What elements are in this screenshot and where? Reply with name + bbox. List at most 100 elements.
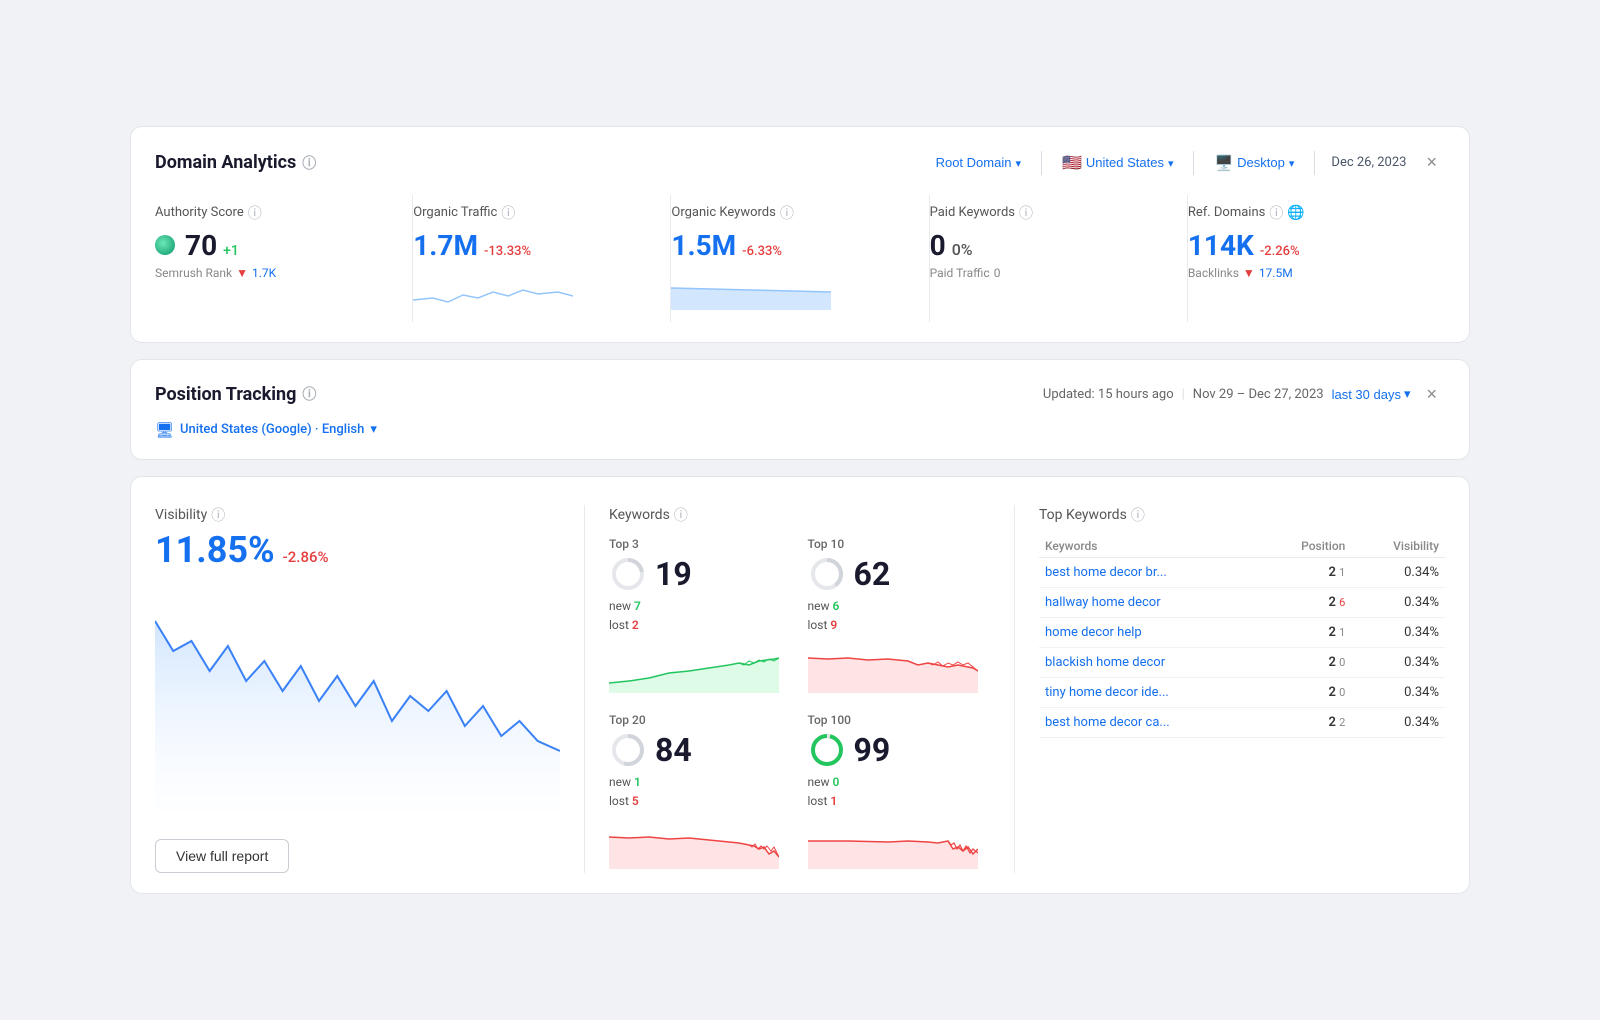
position-change: 6 — [1339, 596, 1345, 609]
top10-value-row: 62 — [808, 555, 991, 593]
organic-traffic-info-icon[interactable]: ⓘ — [501, 203, 515, 223]
visibility-cell: 0.34% — [1351, 557, 1445, 587]
table-row: blackish home decor2 00.34% — [1039, 647, 1445, 677]
updated-label: Updated: 15 hours ago — [1043, 387, 1174, 402]
filter-chevron-icon: ▾ — [1404, 386, 1411, 402]
organic-traffic-cell: Organic Traffic ⓘ 1.7M -13.33% — [413, 195, 671, 322]
keyword-cell[interactable]: best home decor br... — [1039, 557, 1260, 587]
keyword-cell[interactable]: home decor help — [1039, 617, 1260, 647]
visibility-info-icon[interactable]: ⓘ — [211, 505, 225, 525]
organic-keywords-value: 1.5M -6.33% — [671, 229, 908, 262]
ref-domains-info-icon[interactable]: ⓘ — [1269, 203, 1283, 223]
position-tracking-title: Position Tracking ⓘ — [155, 384, 316, 405]
position-tracking-card: Position Tracking ⓘ Updated: 15 hours ag… — [130, 359, 1470, 460]
down-arrow-icon: ▼ — [236, 266, 248, 280]
position-main: 2 — [1328, 685, 1335, 700]
main-container: Domain Analytics ⓘ Root Domain 🇺🇸 United… — [130, 126, 1470, 895]
position-main: 2 — [1328, 655, 1335, 670]
position-change: 0 — [1339, 686, 1345, 699]
visibility-cell: 0.34% — [1351, 707, 1445, 737]
top-keywords-info-icon[interactable]: ⓘ — [1131, 505, 1145, 525]
pt-location-selector[interactable]: 🖥 United States (Google) · English ▾ — [155, 421, 1445, 439]
domain-analytics-close-button[interactable]: × — [1418, 148, 1445, 177]
divider — [1041, 151, 1042, 175]
top3-chart — [609, 643, 792, 697]
visibility-cell: 0.34% — [1351, 677, 1445, 707]
last-30-days-button[interactable]: last 30 days ▾ — [1332, 386, 1411, 402]
keyword-cell[interactable]: best home decor ca... — [1039, 707, 1260, 737]
keywords-info-icon[interactable]: ⓘ — [674, 505, 688, 525]
backlinks-down-icon: ▼ — [1243, 266, 1255, 280]
position-col-header: Position — [1260, 535, 1351, 558]
organic-keywords-info-icon[interactable]: ⓘ — [780, 203, 794, 223]
table-row: best home decor ca...2 20.34% — [1039, 707, 1445, 737]
organic-traffic-chart — [413, 270, 650, 314]
paid-keywords-cell: Paid Keywords ⓘ 0 0% Paid Traffic 0 — [930, 195, 1188, 322]
top-keywords-section: Top Keywords ⓘ Keywords Position Visibil… — [1015, 505, 1445, 874]
top3-value-row: 19 — [609, 555, 792, 593]
top100-donut-icon — [808, 731, 846, 769]
top10-stats: new 6 lost 9 — [808, 597, 991, 635]
visibility-label: Visibility ⓘ — [155, 505, 560, 525]
visibility-cell: 0.34% — [1351, 617, 1445, 647]
top3-donut-icon — [609, 555, 647, 593]
table-row: best home decor br...2 10.34% — [1039, 557, 1445, 587]
divider3 — [1314, 151, 1315, 175]
position-cell: 2 0 — [1260, 647, 1351, 677]
organic-keywords-label: Organic Keywords ⓘ — [671, 203, 908, 223]
domain-analytics-header: Domain Analytics ⓘ Root Domain 🇺🇸 United… — [155, 147, 1445, 179]
view-full-report-button[interactable]: View full report — [155, 839, 289, 873]
position-main: 2 — [1328, 565, 1335, 580]
keyword-cell[interactable]: hallway home decor — [1039, 587, 1260, 617]
top10-title: Top 10 — [808, 537, 991, 551]
position-change: 1 — [1339, 626, 1345, 639]
position-main: 2 — [1328, 595, 1335, 610]
pt-separator: | — [1182, 387, 1185, 402]
authority-score-value: 70 +1 — [155, 229, 392, 262]
top-keywords-tbody: best home decor br...2 10.34%hallway hom… — [1039, 557, 1445, 737]
metrics-row: Authority Score ⓘ 70 +1 Semrush Rank ▼ 1… — [155, 195, 1445, 322]
position-cell: 2 0 — [1260, 677, 1351, 707]
analytics-body: Visibility ⓘ 11.85% -2.86% — [155, 497, 1445, 874]
pt-right: Updated: 15 hours ago | Nov 29 – Dec 27,… — [1043, 380, 1445, 409]
position-cell: 2 2 — [1260, 707, 1351, 737]
paid-keywords-info-icon[interactable]: ⓘ — [1019, 203, 1033, 223]
position-main: 2 — [1328, 625, 1335, 640]
keywords-label: Keywords ⓘ — [609, 505, 990, 525]
top20-stats: new 1 lost 5 — [609, 773, 792, 811]
top10-chart — [808, 643, 991, 697]
ref-domains-label: Ref. Domains ⓘ 🌐 — [1188, 203, 1425, 223]
top100-value-row: 99 — [808, 731, 991, 769]
root-domain-button[interactable]: Root Domain — [924, 149, 1033, 176]
top10-number: 62 — [854, 555, 891, 593]
position-cell: 2 1 — [1260, 617, 1351, 647]
backlinks-sub: Backlinks ▼ 17.5M — [1188, 266, 1425, 280]
paid-keywords-change: 0% — [952, 240, 973, 259]
top20-card: Top 20 84 new 1 lost 5 — [609, 713, 792, 873]
top20-value-row: 84 — [609, 731, 792, 769]
authority-info-icon[interactable]: ⓘ — [248, 203, 262, 223]
domain-analytics-info-icon[interactable]: ⓘ — [302, 153, 316, 173]
device-button[interactable]: 🖥️ Desktop — [1202, 148, 1306, 178]
authority-dot-icon — [155, 235, 175, 255]
top3-card: Top 3 19 new 7 lost 2 — [609, 537, 792, 697]
keyword-cell[interactable]: tiny home decor ide... — [1039, 677, 1260, 707]
top3-title: Top 3 — [609, 537, 792, 551]
visibility-cell: 0.34% — [1351, 587, 1445, 617]
pt-info-icon[interactable]: ⓘ — [302, 384, 316, 404]
visibility-chart — [155, 591, 560, 811]
keyword-cell[interactable]: blackish home decor — [1039, 647, 1260, 677]
keywords-grid: Top 3 19 new 7 lost 2 — [609, 537, 990, 874]
pt-close-button[interactable]: × — [1418, 380, 1445, 409]
position-cell: 2 1 — [1260, 557, 1351, 587]
position-main: 2 — [1328, 715, 1335, 730]
top3-number: 19 — [655, 555, 692, 593]
us-flag-icon: 🇺🇸 — [1062, 153, 1082, 173]
top20-donut-icon — [609, 731, 647, 769]
country-button[interactable]: 🇺🇸 United States — [1050, 147, 1186, 179]
device-chevron-icon — [1289, 155, 1295, 170]
pt-left: Position Tracking ⓘ — [155, 384, 316, 405]
visibility-cell: 0.34% — [1351, 647, 1445, 677]
ref-domains-cell: Ref. Domains ⓘ 🌐 114K -2.26% Backlinks ▼… — [1188, 195, 1445, 322]
ref-domains-globe-icon: 🌐 — [1287, 205, 1304, 221]
